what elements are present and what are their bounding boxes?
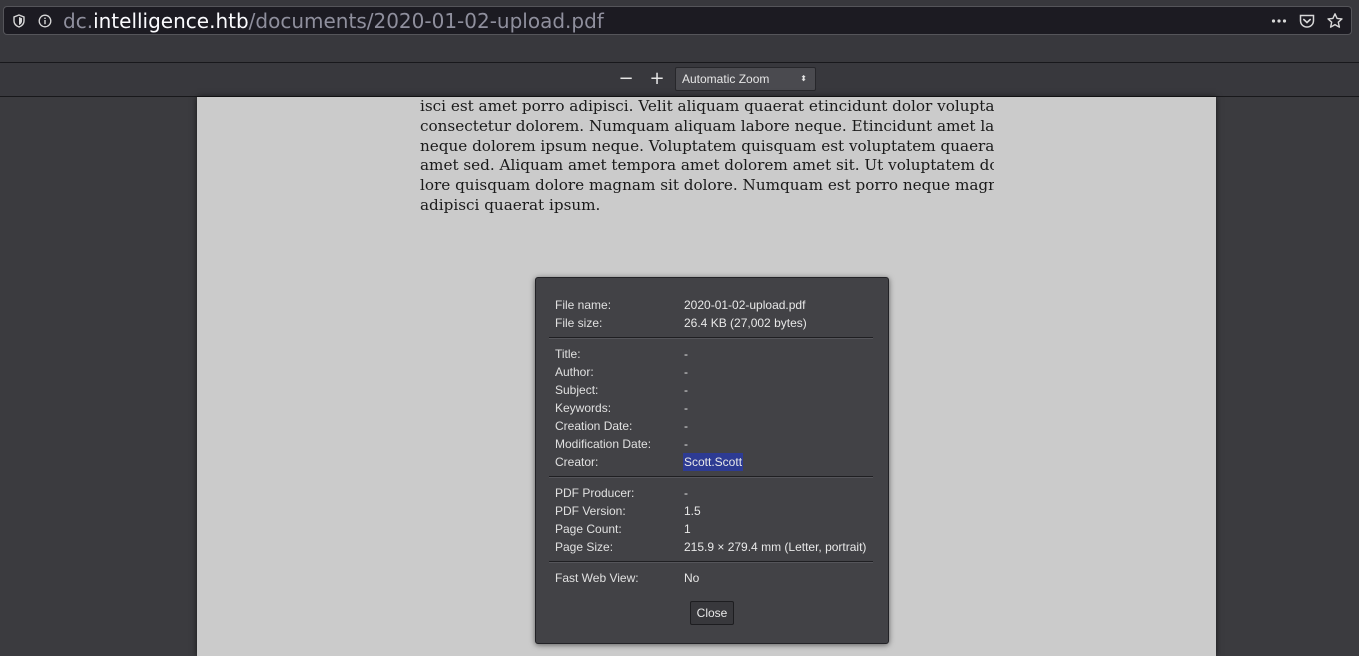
file-name-value: 2020-01-02-upload.pdf — [684, 298, 806, 312]
divider — [549, 561, 873, 563]
subject-row: Subject: - — [555, 381, 875, 399]
creator-row: Creator: Scott.Scott — [555, 453, 875, 471]
url-bar[interactable]: dc.intelligence.htb/documents/2020-01-02… — [3, 6, 1352, 35]
page-text-line: isci est amet porro adipisci. Velit aliq… — [420, 97, 994, 115]
title-label: Title: — [555, 347, 581, 361]
modification-date-value: - — [684, 437, 688, 451]
subject-label: Subject: — [555, 383, 599, 397]
keywords-value: - — [684, 401, 688, 415]
modification-date-label: Modification Date: — [555, 437, 652, 451]
document-properties-dialog: File name: 2020-01-02-upload.pdf File si… — [535, 277, 889, 644]
page-size-label: Page Size: — [555, 540, 614, 554]
zoom-select[interactable]: Automatic Zoom ⬍ — [675, 67, 816, 91]
page-text-line: neque dolorem ipsum neque. Voluptatem qu… — [420, 136, 994, 155]
keywords-row: Keywords: - — [555, 399, 875, 417]
url-path: /documents/2020-01-02-upload.pdf — [248, 9, 604, 33]
author-row: Author: - — [555, 363, 875, 381]
fast-web-view-value: No — [684, 571, 700, 585]
file-size-value: 26.4 KB (27,002 bytes) — [684, 316, 807, 330]
browser-toolbar: dc.intelligence.htb/documents/2020-01-02… — [0, 0, 1359, 44]
version-value: 1.5 — [684, 504, 701, 518]
page-text: isci est amet porro adipisci. Velit aliq… — [420, 97, 994, 216]
producer-row: PDF Producer: - — [555, 484, 875, 502]
pocket-icon[interactable] — [1298, 12, 1316, 30]
url-host: intelligence.htb — [93, 9, 249, 33]
more-icon[interactable] — [1270, 12, 1288, 30]
info-icon[interactable] — [38, 14, 52, 28]
file-size-row: File size: 26.4 KB (27,002 bytes) — [555, 314, 875, 332]
file-size-label: File size: — [555, 316, 603, 330]
creator-label: Creator: — [555, 455, 599, 469]
zoom-select-value: Automatic Zoom — [682, 72, 770, 86]
file-name-label: File name: — [555, 298, 612, 312]
author-label: Author: — [555, 365, 594, 379]
creator-value[interactable]: Scott.Scott — [683, 453, 744, 471]
page-count-label: Page Count: — [555, 522, 622, 536]
close-button[interactable]: Close — [690, 601, 734, 625]
zoom-out-button[interactable]: − — [614, 69, 638, 91]
modification-date-row: Modification Date: - — [555, 435, 875, 453]
divider — [549, 337, 873, 339]
creation-date-label: Creation Date: — [555, 419, 633, 433]
title-value: - — [684, 347, 688, 361]
fast-web-view-row: Fast Web View: No — [555, 569, 875, 587]
url-host-prefix: dc. — [63, 9, 94, 33]
url-text[interactable]: dc.intelligence.htb/documents/2020-01-02… — [63, 9, 604, 33]
producer-label: PDF Producer: — [555, 486, 635, 500]
page-text-line: adipisci quaerat ipsum. — [420, 195, 601, 214]
keywords-label: Keywords: — [555, 401, 612, 415]
version-label: PDF Version: — [555, 504, 626, 518]
toolbar-spacer — [0, 44, 1359, 63]
fast-web-view-label: Fast Web View: — [555, 571, 639, 585]
bookmark-star-icon[interactable] — [1326, 12, 1344, 30]
author-value: - — [684, 365, 688, 379]
page-count-value: 1 — [684, 522, 691, 536]
version-row: PDF Version: 1.5 — [555, 502, 875, 520]
shield-icon[interactable] — [12, 14, 26, 28]
page-size-row: Page Size: 215.9 × 279.4 mm (Letter, por… — [555, 538, 875, 556]
select-arrows-icon: ⬍ — [800, 74, 807, 83]
zoom-in-button[interactable]: + — [645, 69, 669, 91]
title-row: Title: - — [555, 345, 875, 363]
page-text-line: lore quisquam dolore magnam sit dolore. … — [420, 176, 994, 195]
creation-date-row: Creation Date: - — [555, 417, 875, 435]
creation-date-value: - — [684, 419, 688, 433]
page-size-value: 215.9 × 279.4 mm (Letter, portrait) — [684, 540, 867, 554]
producer-value: - — [684, 486, 688, 500]
page-text-line: consectetur dolorem. Numquam aliquam lab… — [420, 116, 994, 135]
page-text-line: amet sed. Aliquam amet tempora amet dolo… — [420, 156, 994, 175]
subject-value: - — [684, 383, 688, 397]
file-name-row: File name: 2020-01-02-upload.pdf — [555, 296, 875, 314]
divider — [549, 476, 873, 478]
page-count-row: Page Count: 1 — [555, 520, 875, 538]
pdf-toolbar: − + Automatic Zoom ⬍ — [0, 63, 1359, 97]
